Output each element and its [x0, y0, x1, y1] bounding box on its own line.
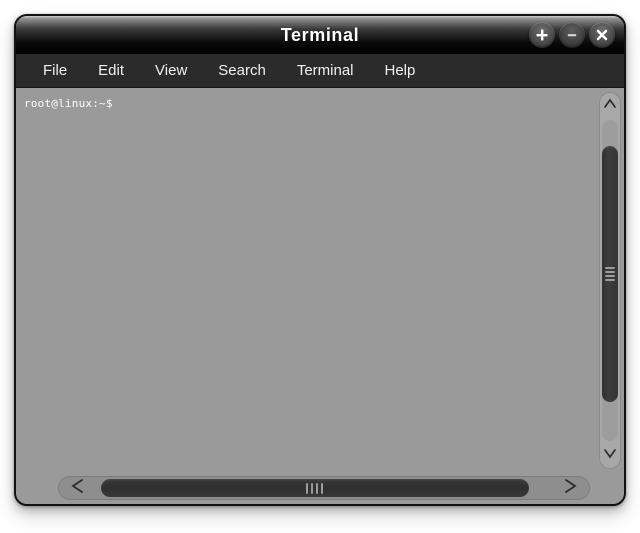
grip-vertical-icon	[306, 482, 324, 494]
maximize-button[interactable]	[529, 22, 555, 48]
horizontal-scroll-track[interactable]	[96, 479, 552, 497]
menu-item-edit[interactable]: Edit	[85, 59, 137, 82]
scroll-up-button[interactable]	[599, 93, 621, 119]
desktop-background: Terminal File Edit View Search Terminal …	[0, 0, 640, 533]
chevron-left-icon	[68, 477, 88, 500]
menu-item-terminal[interactable]: Terminal	[284, 59, 367, 82]
vertical-scroll-track[interactable]	[602, 120, 618, 441]
horizontal-scrollbar[interactable]	[58, 476, 590, 500]
vertical-scrollbar[interactable]	[599, 92, 621, 469]
menu-item-file[interactable]: File	[30, 59, 80, 82]
chevron-up-icon	[602, 96, 618, 117]
terminal-content-area: root@linux:~$	[16, 88, 624, 504]
window-titlebar[interactable]: Terminal	[16, 16, 624, 54]
terminal-prompt-line: root@linux:~$	[24, 97, 113, 110]
window-controls	[529, 22, 615, 48]
horizontal-scroll-thumb[interactable]	[100, 479, 530, 497]
plus-icon	[535, 28, 549, 42]
menubar: File Edit View Search Terminal Help	[16, 54, 624, 88]
minus-icon	[565, 28, 579, 42]
terminal-output[interactable]: root@linux:~$	[16, 88, 596, 471]
terminal-window: Terminal File Edit View Search Terminal …	[14, 14, 626, 506]
window-title: Terminal	[280, 24, 360, 45]
scroll-left-button[interactable]	[61, 477, 95, 499]
close-button[interactable]	[589, 22, 615, 48]
menu-item-search[interactable]: Search	[205, 59, 279, 82]
grip-horizontal-icon	[605, 267, 615, 282]
close-icon	[595, 28, 609, 42]
vertical-scroll-thumb[interactable]	[602, 145, 618, 403]
chevron-down-icon	[602, 445, 618, 466]
scroll-right-button[interactable]	[553, 477, 587, 499]
minimize-button[interactable]	[559, 22, 585, 48]
menu-item-view[interactable]: View	[142, 59, 200, 82]
menu-item-help[interactable]: Help	[372, 59, 429, 82]
scroll-down-button[interactable]	[599, 442, 621, 468]
chevron-right-icon	[560, 477, 580, 500]
